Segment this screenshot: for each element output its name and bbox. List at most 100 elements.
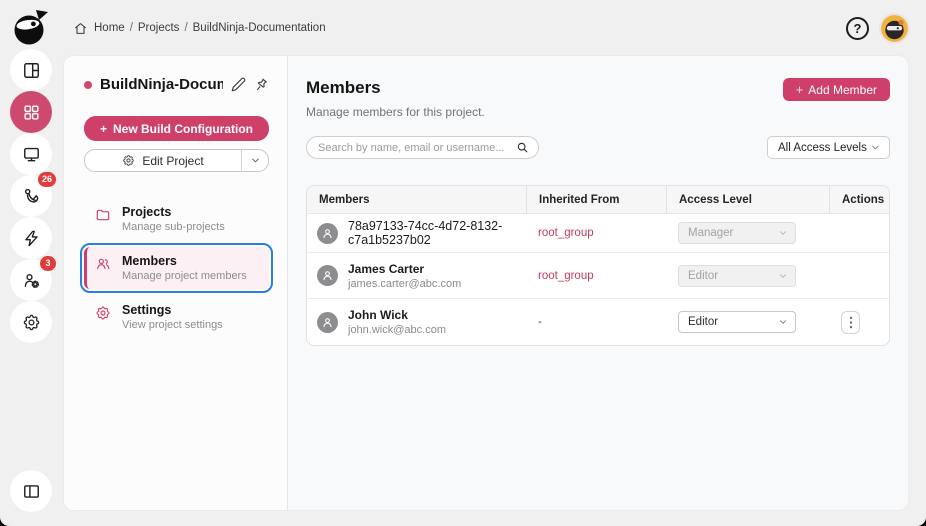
user-management-button[interactable]: 3 [10, 256, 56, 301]
pencil-icon [231, 77, 246, 92]
member-name: James Carter [348, 261, 425, 276]
table-header-row: Members Inherited From Access Level Acti… [307, 186, 889, 214]
members-table: Members Inherited From Access Level Acti… [306, 185, 890, 346]
gear-icon [96, 306, 110, 320]
page-title: Members [306, 78, 381, 97]
add-member-button[interactable]: + Add Member [782, 78, 890, 101]
home-icon [75, 22, 86, 34]
project-status-dot [84, 80, 92, 89]
member-name: John Wick [348, 308, 408, 322]
access-cell: Editor [666, 253, 829, 298]
row-actions-menu-button[interactable] [841, 310, 860, 334]
top-bar: Home / Projects / BuildNinja-Documentati… [62, 0, 926, 56]
lightning-icon [24, 230, 38, 246]
access-level-select: Editor [678, 264, 796, 287]
nav-item-projects[interactable]: Projects Manage sub-projects [84, 198, 269, 240]
changes-button[interactable] [10, 217, 52, 259]
member-cell: 78a97133-74cc-4d72-8132-c7a1b5237b02 [307, 214, 526, 252]
member-cell: James Carter james.carter@abc.com [307, 253, 526, 298]
projects-grid-button[interactable] [10, 91, 52, 133]
members-header: Members Manage members for this project.… [306, 78, 890, 119]
nav-projects-desc: Manage sub-projects [122, 221, 225, 233]
admin-settings-button[interactable] [10, 301, 52, 343]
kebab-menu-icon [849, 316, 852, 328]
project-panel: BuildNinja-Docum... + New Build Con [64, 56, 288, 510]
member-avatar [317, 311, 338, 333]
edit-project-button[interactable]: Edit Project [85, 150, 241, 171]
breadcrumb-projects[interactable]: Projects [138, 22, 180, 34]
member-email: john.wick@abc.com [348, 324, 446, 336]
member-search [306, 136, 539, 159]
breadcrumb-separator: / [129, 22, 133, 34]
help-button[interactable]: ? [846, 16, 869, 40]
buildninja-logo[interactable] [11, 7, 51, 47]
member-email: james.carter@abc.com [348, 277, 462, 290]
access-level-select: Manager [678, 222, 796, 244]
app-surface: 26 3 Home / Projects / BuildNinja-Docume… [0, 0, 926, 526]
members-badge: 3 [40, 256, 56, 271]
plus-icon: + [99, 121, 107, 136]
gear-icon [23, 314, 39, 330]
user-gear-icon [24, 273, 39, 288]
access-level-filter[interactable]: All Access Levels [767, 136, 890, 159]
nav-settings-label: Settings [122, 303, 172, 317]
member-avatar [317, 222, 338, 244]
breadcrumb-home[interactable]: Home [94, 22, 125, 34]
new-build-configuration-button[interactable]: + New Build Configuration [84, 116, 269, 141]
access-level-value: Editor [688, 269, 719, 282]
hook-icon [24, 188, 38, 203]
inherited-group-link[interactable]: root_group [538, 270, 594, 282]
user-avatar[interactable] [881, 14, 908, 42]
dashboard-icon-button[interactable] [10, 49, 52, 91]
add-member-label: Add Member [808, 82, 877, 97]
table-row: 78a97133-74cc-4d72-8132-c7a1b5237b02 roo… [307, 214, 889, 253]
members-controls: All Access Levels [306, 136, 890, 159]
edit-project-split-button: Edit Project [84, 149, 269, 172]
inherited-cell: root_group [526, 253, 666, 298]
collapse-sidebar-button[interactable] [10, 470, 52, 512]
chevron-down-icon [251, 158, 259, 163]
nav-projects-label: Projects [122, 205, 172, 219]
nav-item-members[interactable]: Members Manage project members [80, 243, 273, 293]
actions-cell [829, 214, 889, 252]
agents-monitor-button[interactable] [10, 133, 52, 175]
access-level-select[interactable]: Editor [678, 311, 796, 333]
build-queue-button[interactable]: 26 [10, 172, 56, 217]
table-row: James Carter james.carter@abc.com root_g… [307, 253, 889, 299]
panel-left-icon [23, 484, 39, 498]
nav-item-settings[interactable]: Settings View project settings [84, 296, 269, 338]
actions-cell [829, 299, 889, 345]
member-avatar [317, 265, 338, 286]
breadcrumb-separator: / [184, 22, 188, 34]
plus-icon: + [795, 82, 804, 97]
breadcrumb: Home / Projects / BuildNinja-Documentati… [74, 22, 326, 35]
left-rail: 26 3 [0, 0, 62, 526]
member-search-input[interactable] [318, 141, 516, 154]
inherited-group-link[interactable]: root_group [538, 227, 594, 239]
inherited-cell: - [526, 299, 666, 345]
dashboard-icon [23, 62, 39, 78]
topbar-actions: ? [846, 14, 908, 42]
chevron-down-icon [872, 145, 879, 150]
chevron-down-icon [780, 273, 786, 278]
edit-project-dropdown-button[interactable] [241, 150, 268, 171]
nav-settings-desc: View project settings [122, 319, 223, 331]
chevron-down-icon [780, 231, 786, 235]
search-icon[interactable] [516, 141, 529, 154]
access-cell: Editor [666, 299, 829, 345]
breadcrumb-current[interactable]: BuildNinja-Documentation [193, 22, 326, 34]
actions-cell [829, 253, 889, 298]
edit-title-button[interactable] [231, 77, 246, 92]
folder-icon [96, 209, 110, 221]
column-header-access: Access Level [666, 186, 829, 213]
project-nav: Projects Manage sub-projects Members Man… [80, 198, 273, 338]
nav-members-desc: Manage project members [122, 270, 247, 282]
column-header-actions: Actions [829, 186, 889, 213]
table-row: John Wick john.wick@abc.com - Editor [307, 299, 889, 345]
page-subtitle: Manage members for this project. [306, 105, 485, 119]
monitor-icon [23, 147, 39, 161]
person-icon [323, 317, 332, 327]
column-header-inherited: Inherited From [526, 186, 666, 213]
pin-project-button[interactable] [254, 77, 269, 92]
column-header-members: Members [319, 193, 370, 206]
